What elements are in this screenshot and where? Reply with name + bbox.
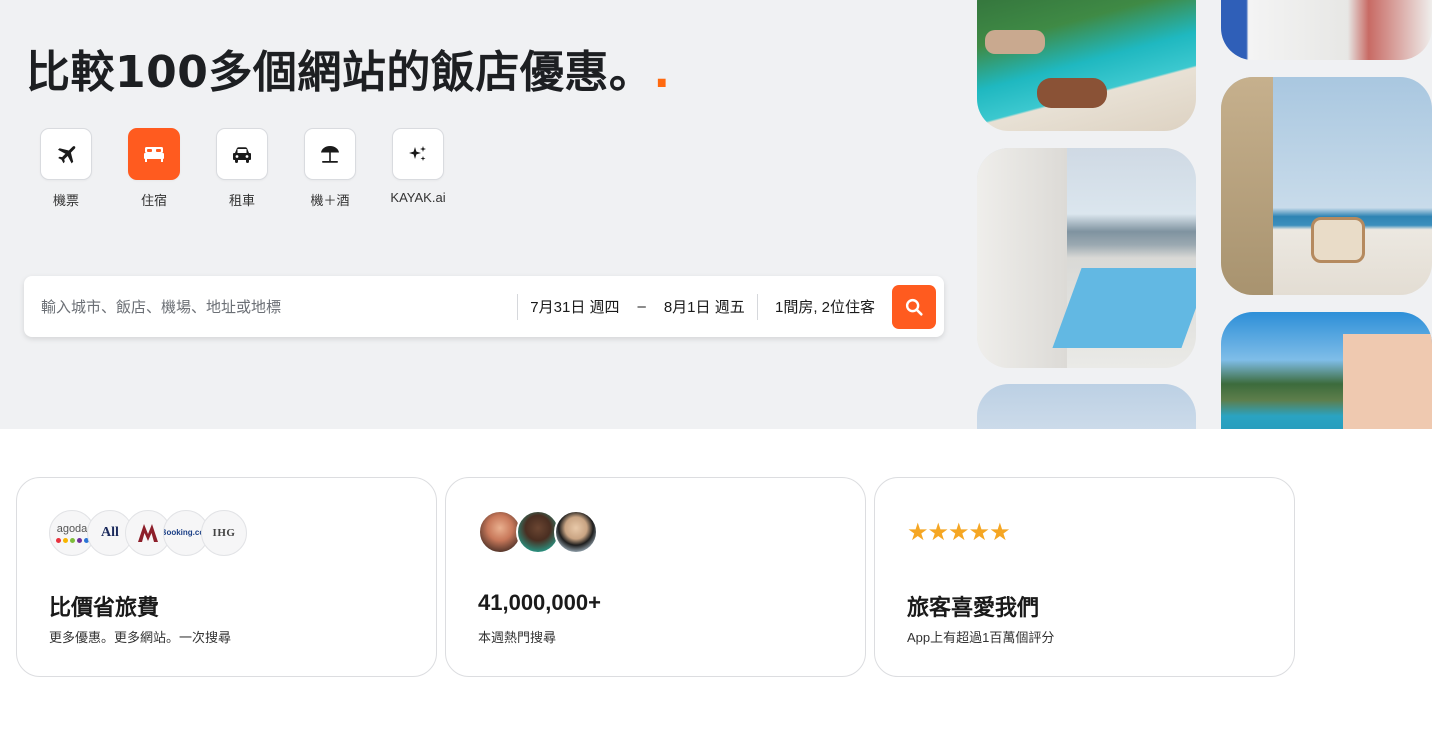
packages-button[interactable] [304,128,356,180]
vertical-label: 住宿 [140,193,167,208]
vertical-cars[interactable]: 租車 [216,128,268,209]
avatar [554,510,598,554]
stays-button[interactable] [128,128,180,180]
cars-button[interactable] [216,128,268,180]
vertical-kayak-ai[interactable]: KAYAK.ai [390,128,446,209]
date-range-picker[interactable]: 7月31日 週四 – 8月1日 週五 [518,296,757,317]
plane-icon [58,146,76,164]
sparkle-icon [409,146,426,161]
hotel-photo-partial [977,384,1196,429]
vertical-label: 機＋酒 [310,193,350,208]
feature-card-ratings: ★★★★★ 旅客喜愛我們 App上有超過1百萬個評分 [874,477,1295,677]
vertical-stays[interactable]: 住宿 [128,128,180,209]
vertical-label: KAYAK.ai [390,190,446,205]
partner-logos: agoda All Booking.com IHG [49,510,247,556]
feature-card-searches: 41,000,000+ 本週熱門搜尋 [445,477,866,677]
card-title: 比價省旅費 [49,595,160,620]
destination-input[interactable]: 輸入城市、飯店、機場、地址或地標 [24,296,517,317]
card-title: 旅客喜愛我們 [907,595,1040,620]
traveler-avatars [478,510,598,554]
checkin-date[interactable]: 7月31日 週四 [530,296,619,317]
flights-button[interactable] [40,128,92,180]
feature-card-compare: agoda All Booking.com IHG 比價省旅費 更多優惠。更多網… [16,477,437,677]
vertical-label: 租車 [228,193,255,208]
hotel-photo-pool [977,0,1196,131]
bed-icon [144,147,164,162]
beach-umbrella-icon [321,146,339,163]
star-rating: ★★★★★ [907,519,1011,546]
kayak-ai-button[interactable] [392,128,444,180]
page-title: 比較100多個網站的飯店優惠。. [26,47,671,98]
vertical-nav: 機票 住宿 租車 機＋酒 KAYAK.ai [40,128,446,209]
card-title: 41,000,000+ [478,590,601,615]
vertical-flights[interactable]: 機票 [40,128,92,209]
checkout-date[interactable]: 8月1日 週五 [664,296,745,317]
card-subtitle: 更多優惠。更多網站。一次搜尋 [49,630,232,645]
search-button[interactable] [892,284,936,329]
search-bar: 輸入城市、飯店、機場、地址或地標 7月31日 週四 – 8月1日 週五 1間房,… [24,276,944,337]
hotel-photo-street [1221,0,1432,60]
hotel-photo-terrace [1221,77,1432,295]
card-subtitle: App上有超過1百萬個評分 [907,630,1055,645]
hotel-photo-coast [1221,312,1432,429]
feature-cards: agoda All Booking.com IHG 比價省旅費 更多優惠。更多網… [16,477,1295,677]
hotel-photo-villa [977,148,1196,368]
ihg-logo: IHG [201,510,247,556]
car-icon [233,147,251,163]
card-subtitle: 本週熱門搜尋 [478,630,557,645]
hero-section: 比較100多個網站的飯店優惠。. 機票 住宿 租車 機＋酒 KAYAK.ai 輸… [0,0,1432,429]
date-separator: – [637,298,646,315]
headline-accent-dot: . [653,47,671,98]
vertical-packages[interactable]: 機＋酒 [304,128,356,209]
guests-selector[interactable]: 1間房, 2位住客 [758,296,892,317]
search-icon [905,298,923,316]
vertical-label: 機票 [52,193,79,208]
